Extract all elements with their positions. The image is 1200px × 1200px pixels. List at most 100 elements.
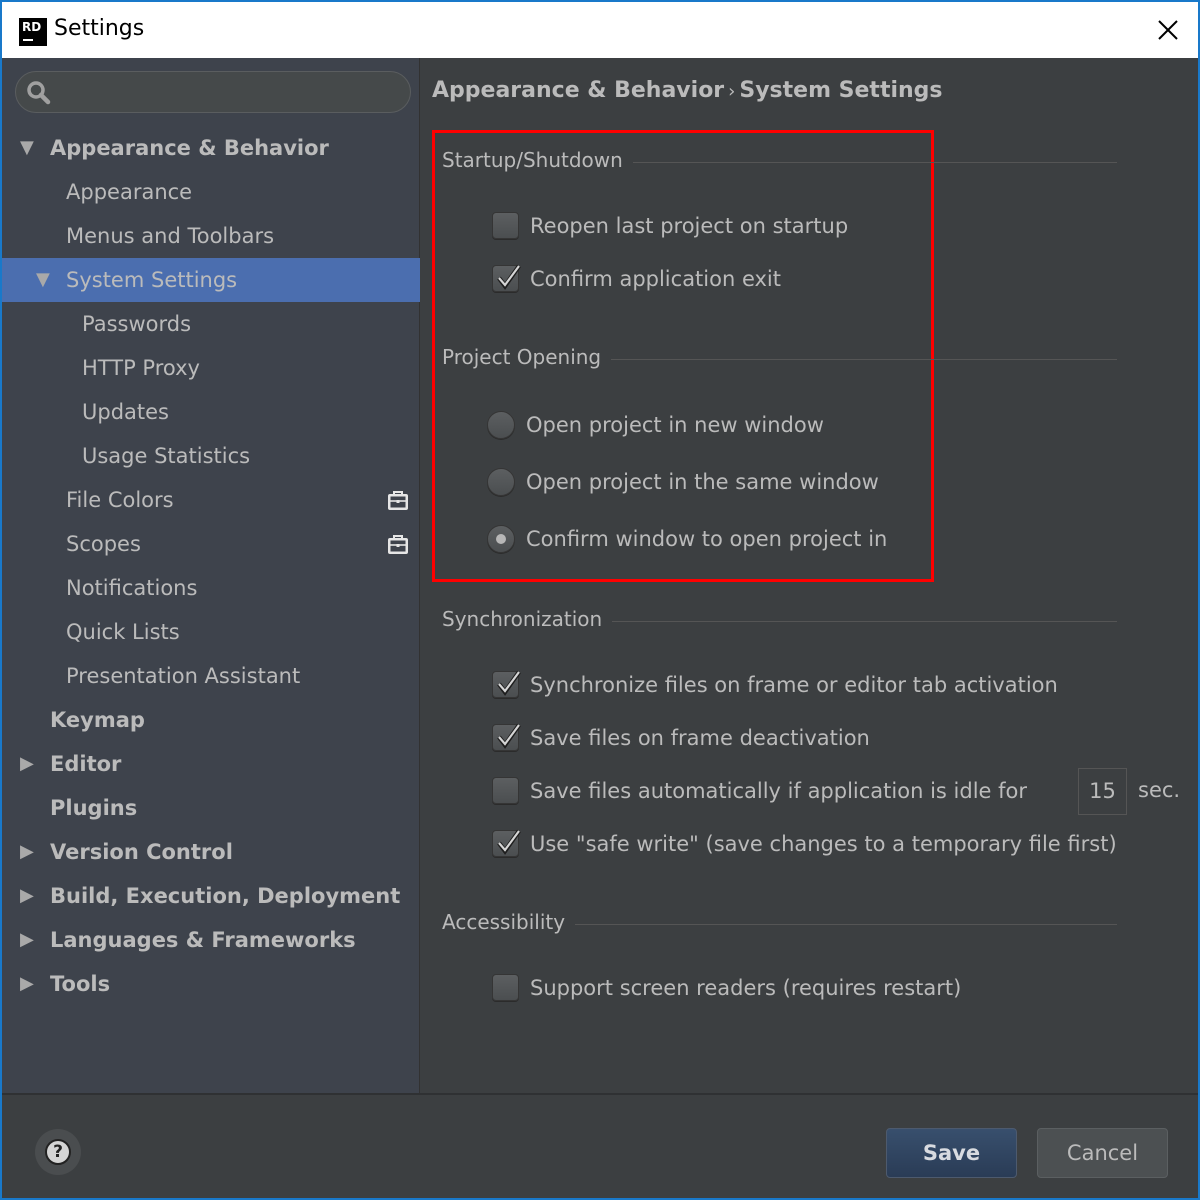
project-level-briefcase-icon (388, 535, 408, 554)
confirm-window-radio[interactable]: Confirm window to open project in (487, 525, 887, 553)
radio-unselected[interactable] (487, 468, 515, 496)
radio-unselected[interactable] (487, 411, 515, 439)
confirm-exit-checkbox[interactable]: Confirm application exit (492, 264, 782, 292)
sidebar-item-label: Usage Statistics (82, 444, 251, 468)
save-button[interactable]: Save (886, 1128, 1017, 1178)
checkbox-checked[interactable] (492, 670, 521, 698)
sidebar-item-system-settings[interactable]: ▼ System Settings (2, 258, 420, 302)
group-label: Synchronization (442, 607, 603, 631)
screen-readers-checkbox[interactable]: Support screen readers (requires restart… (492, 974, 961, 1001)
breadcrumb-separator: › (728, 81, 736, 102)
option-label: Synchronize files on frame or editor tab… (530, 672, 1058, 697)
save-when-idle-checkbox[interactable]: Save files automatically if application … (492, 777, 1027, 804)
group-divider (611, 358, 1117, 360)
sidebar-item-label: Version Control (50, 840, 233, 864)
expand-arrow-right-icon[interactable]: ▶ (20, 830, 40, 874)
option-label: Save files on frame deactivation (530, 725, 870, 750)
group-title-accessibility: Accessibility (442, 910, 1117, 934)
sidebar-item-updates[interactable]: Updates (2, 390, 420, 434)
sidebar-item-label: Quick Lists (66, 620, 180, 644)
cancel-button[interactable]: Cancel (1037, 1128, 1168, 1178)
sidebar-item-notifications[interactable]: Notifications (2, 566, 420, 610)
close-button[interactable] (1150, 12, 1186, 48)
checkmark-icon (497, 670, 521, 696)
expand-arrow-right-icon[interactable]: ▶ (20, 874, 40, 918)
sidebar-item-menus-and-toolbars[interactable]: Menus and Toolbars (2, 214, 420, 258)
group-label: Project Opening (442, 345, 602, 369)
checkbox-checked[interactable] (492, 723, 521, 751)
sidebar-item-editor[interactable]: ▶ Editor (2, 742, 420, 786)
sidebar-item-label: Appearance (66, 180, 193, 204)
open-new-window-radio[interactable]: Open project in new window (487, 411, 824, 439)
help-icon: ? (45, 1139, 71, 1165)
breadcrumb: Appearance & Behavior › System Settings (432, 78, 943, 103)
sidebar-item-appearance[interactable]: Appearance (2, 170, 420, 214)
breadcrumb-parent[interactable]: Appearance & Behavior (432, 78, 724, 103)
expand-arrow-down-icon[interactable]: ▼ (36, 258, 56, 302)
sidebar-item-languages-frameworks[interactable]: ▶ Languages & Frameworks (2, 918, 420, 962)
option-label: Reopen last project on startup (530, 213, 849, 238)
group-title-project-opening: Project Opening (442, 345, 1117, 369)
sidebar-item-label: Menus and Toolbars (66, 224, 275, 248)
sidebar-item-label: Tools (50, 972, 111, 996)
group-divider (575, 923, 1117, 925)
sidebar-item-plugins[interactable]: Plugins (2, 786, 420, 830)
safe-write-checkbox[interactable]: Use "safe write" (save changes to a temp… (492, 829, 1117, 857)
close-icon (1158, 20, 1178, 40)
option-label: Confirm window to open project in (526, 527, 888, 551)
checkbox-checked[interactable] (492, 264, 521, 292)
option-label: Confirm application exit (530, 266, 782, 291)
group-title-synchronization: Synchronization (442, 607, 1117, 631)
sidebar-item-label: Updates (82, 400, 169, 424)
checkmark-icon (497, 829, 521, 855)
sidebar-item-tools[interactable]: ▶ Tools (2, 962, 420, 1006)
checkbox-unchecked[interactable] (492, 974, 519, 1001)
sidebar-item-version-control[interactable]: ▶ Version Control (2, 830, 420, 874)
expand-arrow-right-icon[interactable]: ▶ (20, 962, 40, 1006)
breadcrumb-current: System Settings (739, 78, 943, 103)
sidebar-item-passwords[interactable]: Passwords (2, 302, 420, 346)
option-label: Open project in new window (526, 413, 824, 437)
settings-sidebar: ▼ Appearance & Behavior Appearance Menus an… (2, 58, 420, 1093)
sidebar-item-http-proxy[interactable]: HTTP Proxy (2, 346, 420, 390)
sidebar-item-label: Appearance & Behavior (50, 136, 329, 160)
checkbox-unchecked[interactable] (492, 777, 519, 804)
help-button[interactable]: ? (35, 1129, 81, 1175)
sync-on-activation-checkbox[interactable]: Synchronize files on frame or editor tab… (492, 670, 1058, 698)
expand-arrow-down-icon[interactable]: ▼ (20, 126, 40, 170)
search-input[interactable] (58, 78, 398, 108)
sidebar-item-usage-statistics[interactable]: Usage Statistics (2, 434, 420, 478)
sidebar-item-label: Plugins (50, 796, 138, 820)
sidebar-item-keymap[interactable]: Keymap (2, 698, 420, 742)
checkbox-unchecked[interactable] (492, 212, 519, 239)
sidebar-item-build-execution-deployment[interactable]: ▶ Build, Execution, Deployment (2, 874, 420, 918)
group-label: Startup/Shutdown (442, 148, 623, 172)
option-label: Save files automatically if application … (530, 778, 1027, 803)
logo-text: RD (22, 20, 42, 34)
option-label: Support screen readers (requires restart… (530, 975, 962, 1000)
expand-arrow-right-icon[interactable]: ▶ (20, 742, 40, 786)
radio-selected[interactable] (487, 525, 515, 553)
checkbox-checked[interactable] (492, 829, 521, 857)
reopen-last-project-checkbox[interactable]: Reopen last project on startup (492, 212, 848, 239)
group-divider (612, 620, 1117, 622)
sidebar-item-presentation-assistant[interactable]: Presentation Assistant (2, 654, 420, 698)
idle-seconds-input[interactable]: 15 (1078, 768, 1127, 815)
sidebar-item-label: Passwords (82, 312, 192, 336)
expand-arrow-right-icon[interactable]: ▶ (20, 918, 40, 962)
group-label: Accessibility (442, 910, 566, 934)
sidebar-item-appearance-behavior[interactable]: ▼ Appearance & Behavior (2, 126, 420, 170)
sidebar-item-label: Editor (50, 752, 122, 776)
sidebar-item-label: Languages & Frameworks (50, 928, 356, 952)
sidebar-item-label: HTTP Proxy (82, 356, 200, 380)
settings-window: RD Settings ▼ Appearance & Behavior Appear… (0, 0, 1200, 1200)
sidebar-item-scopes[interactable]: Scopes (2, 522, 420, 566)
sidebar-item-label: Build, Execution, Deployment (50, 884, 401, 908)
sidebar-item-file-colors[interactable]: File Colors (2, 478, 420, 522)
sidebar-item-label: Notifications (66, 576, 198, 600)
sidebar-item-quick-lists[interactable]: Quick Lists (2, 610, 420, 654)
search-field[interactable] (15, 71, 411, 113)
open-same-window-radio[interactable]: Open project in the same window (487, 468, 879, 496)
window-title: Settings (54, 16, 145, 41)
save-on-deactivation-checkbox[interactable]: Save files on frame deactivation (492, 723, 870, 751)
